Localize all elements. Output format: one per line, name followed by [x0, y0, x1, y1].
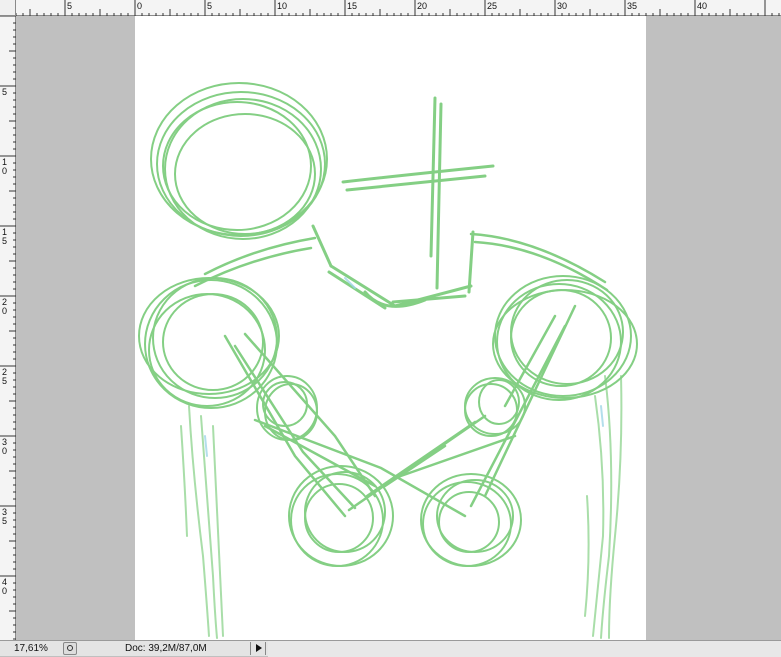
- vertical-ruler[interactable]: 510152025303540: [0, 15, 16, 640]
- ruler-label: 10: [277, 1, 287, 11]
- pasteboard[interactable]: [16, 16, 781, 640]
- horizontal-ruler[interactable]: 5 0 5 10 15 20 25 30 35 40: [15, 0, 781, 16]
- ruler-label: 0: [2, 446, 7, 456]
- ruler-label: 35: [627, 1, 637, 11]
- ruler-label: 5: [207, 1, 212, 11]
- ruler-origin-corner[interactable]: [0, 0, 16, 16]
- ruler-label: 15: [347, 1, 357, 11]
- ruler-label: 0: [137, 1, 142, 11]
- horizontal-ruler-ticks: 5 0 5 10 15 20 25 30 35 40: [15, 0, 780, 16]
- ruler-label: 0: [2, 586, 7, 596]
- document-size-info: Doc: 39,2M/87,0M: [125, 643, 207, 654]
- sketch-drawing: [138, 82, 638, 639]
- zoom-level-field[interactable]: 17,61%: [2, 642, 54, 655]
- sketch-right-shoulder: [492, 275, 638, 401]
- status-bar: 17,61% Doc: 39,2M/87,0M: [0, 640, 781, 657]
- ruler-label: 5: [2, 516, 7, 526]
- ruler-label: 25: [487, 1, 497, 11]
- ruler-label: 0: [2, 166, 7, 176]
- play-arrow-icon[interactable]: [250, 642, 266, 655]
- ruler-label: 0: [2, 306, 7, 316]
- ruler-label: 5: [2, 376, 7, 386]
- vertical-ruler-ticks: 510152025303540: [0, 15, 16, 640]
- status-menu-icon[interactable]: [63, 642, 77, 655]
- ruler-label: 5: [2, 236, 7, 246]
- ruler-label: 5: [2, 87, 7, 97]
- ruler-label: 30: [557, 1, 567, 11]
- ruler-label: 20: [417, 1, 427, 11]
- sketch-head: [150, 82, 328, 240]
- document-canvas[interactable]: [135, 16, 646, 640]
- sketch-left-shoulder: [138, 277, 280, 409]
- ruler-label: 40: [697, 1, 707, 11]
- ruler-label: 5: [67, 1, 72, 11]
- status-bar-fill: [268, 641, 781, 657]
